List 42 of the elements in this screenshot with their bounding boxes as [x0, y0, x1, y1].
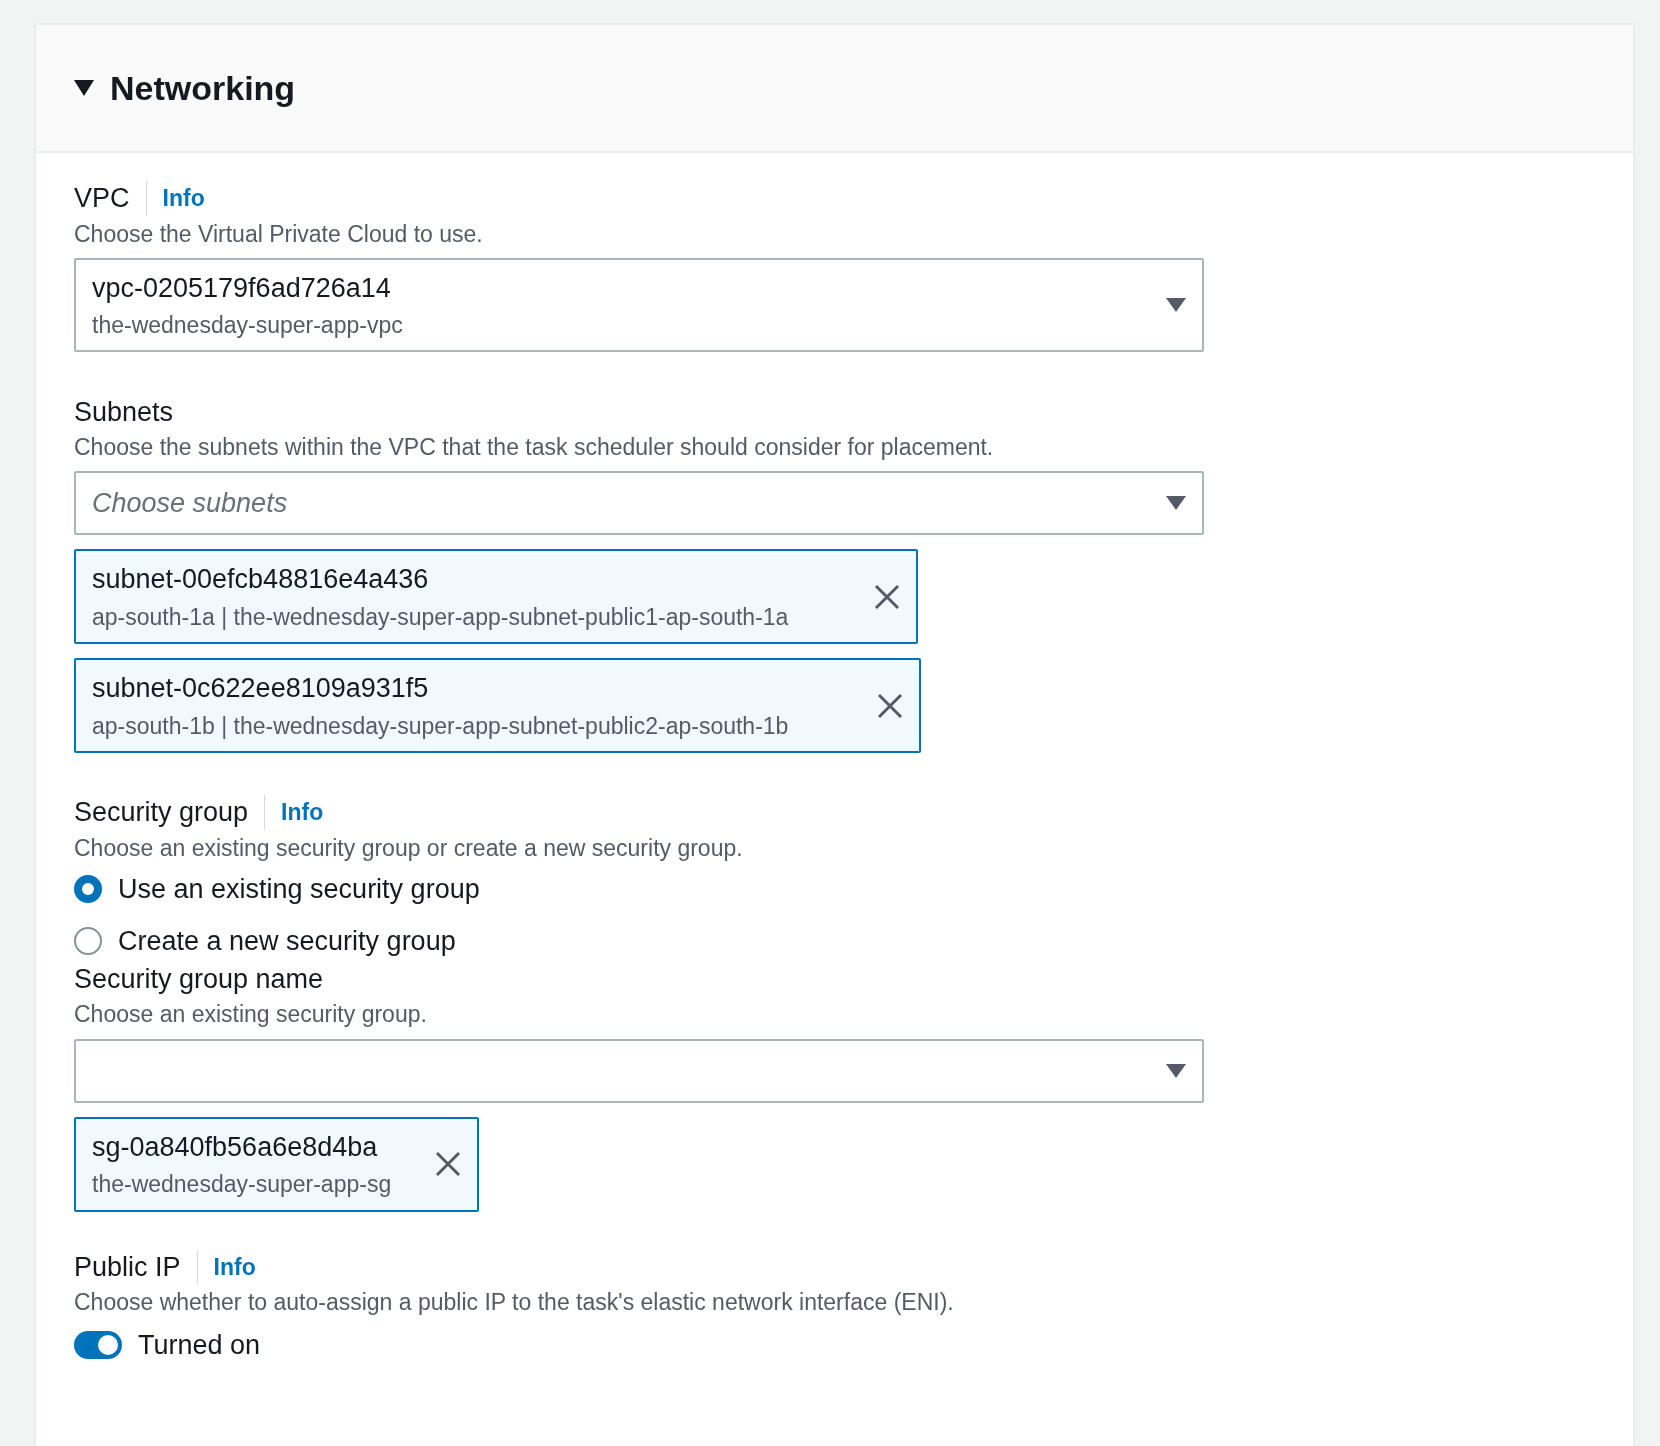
remove-button[interactable] [435, 1151, 461, 1178]
radio-button[interactable] [74, 874, 102, 903]
select-field[interactable] [74, 1038, 1204, 1103]
close-icon [877, 692, 903, 719]
field-description: Choose the subnets within the VPC that the task scheduler should consider for placement. [74, 432, 995, 462]
field-description: Choose whether to auto-assign a public IP to the task's elastic network interface (ENI). [74, 1288, 955, 1317]
radio-label: Create a new security group [118, 925, 456, 958]
select-field[interactable]: vpc-0205179f6ad726a14 the-wednesday-super-app-vpc [74, 258, 1204, 353]
field-label: Security group name [74, 963, 325, 996]
field-description: Choose the Virtual Private Cloud to use. [74, 219, 484, 249]
select-value: vpc-0205179f6ad726a14 [92, 271, 392, 305]
info-link[interactable]: Info [196, 1249, 256, 1285]
close-icon [874, 583, 900, 610]
remove-button[interactable] [877, 692, 903, 719]
info-link[interactable]: Info [145, 181, 205, 216]
token-value: sg-0a840fb56a6e8d4ba [92, 1130, 379, 1164]
field-label: VPC [74, 182, 130, 215]
toggle-label: Turned on [138, 1328, 261, 1362]
token-detail: ap-south-1a | the-wednesday-super-app-subnet-public1-ap-south-1a [92, 602, 789, 632]
caret-down-icon [1166, 1063, 1186, 1078]
info-link[interactable]: Info [264, 795, 324, 830]
caret-down-icon [1166, 496, 1186, 511]
close-icon [435, 1151, 461, 1178]
remove-button[interactable] [874, 583, 900, 610]
caret-down-icon[interactable] [74, 80, 94, 96]
caret-down-icon [1166, 298, 1186, 313]
select-detail: the-wednesday-super-app-vpc [92, 311, 403, 341]
token-detail: ap-south-1b | the-wednesday-super-app-subnet-public2-ap-south-1b [92, 711, 789, 741]
token-value: subnet-0c622ee8109a931f5 [92, 672, 430, 706]
radio-label: Use an existing security group [118, 872, 480, 906]
field-description: Choose an existing security group. [74, 999, 428, 1029]
field-label: Public IP [74, 1250, 181, 1283]
field-label: Security group [74, 796, 249, 829]
radio-button[interactable] [74, 927, 102, 956]
field-label: Subnets [74, 396, 174, 429]
select-placeholder: Choose subnets [92, 487, 288, 521]
toggle-switch[interactable] [74, 1331, 122, 1359]
field-description: Choose an existing security group or create a new security group. [74, 833, 744, 863]
select-field[interactable]: Choose subnets [74, 471, 1204, 536]
section-title: Networking [110, 67, 296, 109]
token-detail: the-wednesday-super-app-sg [92, 1170, 392, 1200]
token-value: subnet-00efcb48816e4a436 [92, 563, 430, 597]
